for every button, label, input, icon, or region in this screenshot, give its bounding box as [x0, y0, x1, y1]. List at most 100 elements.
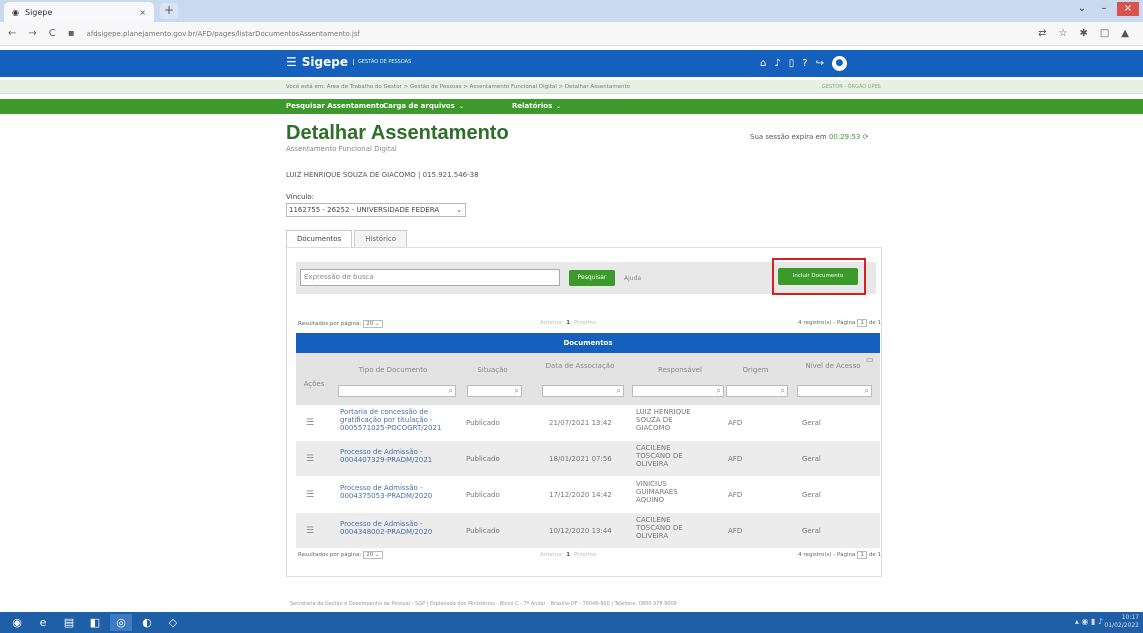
table-header-row [296, 353, 880, 405]
current-page[interactable]: 1 [566, 320, 570, 326]
chevron-down-icon: ⌄ [456, 206, 462, 214]
col-tipo[interactable]: Tipo de Documento [338, 366, 448, 374]
menu-carga-chevron-icon[interactable]: ⌄ [459, 103, 464, 110]
vinculo-value: 1162755 - 26252 - UNIVERSIDADE FEDERA [289, 206, 440, 214]
tab-documentos[interactable]: Documentos [286, 230, 353, 247]
window-icon[interactable]: □ [1100, 28, 1109, 39]
cell-nivel: Geral [802, 455, 821, 463]
app2-icon[interactable]: ◇ [162, 614, 184, 631]
site-favicon-icon: ◉ [12, 7, 19, 17]
explorer-icon[interactable]: ▤ [58, 614, 80, 631]
app-icon[interactable]: ◐ [136, 614, 158, 631]
help-icon[interactable]: ? [802, 58, 807, 69]
row-menu-icon[interactable]: ☰ [306, 490, 314, 500]
new-tab-button[interactable]: + [160, 3, 178, 19]
cell-tipo[interactable]: Processo de Admissão - 0004407329-PRADM/… [340, 448, 460, 464]
col-situacao[interactable]: Situação [465, 366, 520, 374]
forward-icon[interactable]: → [28, 28, 36, 39]
chrome-icon[interactable]: ◎ [110, 614, 132, 631]
search-input[interactable]: Expressão de busca [300, 269, 560, 286]
menu-relatorios-chevron-icon[interactable]: ⌄ [556, 103, 561, 110]
window-chevron-icon[interactable]: ⌄ [1071, 2, 1093, 16]
col-data[interactable]: Data de Associação [545, 362, 615, 370]
prev-page-link[interactable]: Anterior [540, 552, 562, 558]
col-origem[interactable]: Origem [728, 366, 783, 374]
window-close-icon[interactable]: × [1117, 2, 1139, 16]
window-minimize-icon[interactable]: – [1093, 2, 1115, 16]
cell-data: 21/07/2021 13:42 [549, 419, 612, 427]
table-row[interactable]: ☰ Portaria de concessão de gratificação … [296, 405, 880, 440]
extension-icon[interactable]: ✱ [1079, 28, 1087, 39]
mobile-icon[interactable]: ▯ [789, 58, 795, 69]
page-of-label: de 1 [868, 552, 881, 558]
results-per-page-label: Resultados por página: [298, 321, 362, 327]
tab-historico[interactable]: Histórico [354, 230, 408, 247]
logout-icon[interactable]: ↪ [816, 58, 824, 69]
office-icon[interactable]: ◧ [84, 614, 106, 631]
filter-responsavel-input[interactable] [632, 385, 724, 397]
cell-tipo[interactable]: Processo de Admissão - 0004375053-PRADM/… [340, 484, 460, 500]
url-field[interactable]: afdsigepe.planejamento.gov.br/AFD/pages/… [87, 30, 360, 38]
menu-pesquisar-assentamento[interactable]: Pesquisar Assentamento [286, 102, 384, 110]
clock[interactable]: 10:17 01/02/2022 [1104, 614, 1139, 630]
table-row[interactable]: ☰ Processo de Admissão - 0004375053-PRAD… [296, 477, 880, 512]
clock-date: 01/02/2022 [1104, 622, 1139, 629]
page-subtitle: Assentamento Funcional Digital [286, 145, 397, 153]
row-menu-icon[interactable]: ☰ [306, 526, 314, 536]
results-per-page-bottom: Resultados por página: 20 ⌄ [298, 551, 383, 559]
search-button[interactable]: Pesquisar [569, 270, 615, 286]
user-avatar-icon[interactable]: ● [831, 56, 847, 71]
cell-origem: AFD [728, 455, 743, 463]
row-menu-icon[interactable]: ☰ [306, 454, 314, 464]
menu-relatorios[interactable]: Relatórios [512, 102, 552, 110]
bell-icon[interactable]: ♪ [774, 58, 780, 69]
next-page-link[interactable]: Próximo [574, 552, 596, 558]
profile-icon[interactable]: ▲ [1121, 28, 1129, 39]
filter-tipo-input[interactable] [338, 385, 456, 397]
col-nivel[interactable]: Nível de Acesso [798, 362, 868, 370]
per-page-select[interactable]: 20 ⌄ [363, 551, 383, 559]
start-icon[interactable]: ◉ [6, 614, 28, 631]
table-row[interactable]: ☰ Processo de Admissão - 0004348002-PRAD… [296, 513, 880, 548]
system-tray[interactable]: ▴ ◉ ▮ ♪ [1075, 617, 1103, 626]
records-info-top: 4 registro(s) - Página 1 de 1 [798, 319, 881, 327]
include-document-button[interactable]: Incluir Documento [778, 268, 858, 285]
per-page-select[interactable]: 20 ⌄ [363, 320, 383, 328]
cell-data: 17/12/2020 14:42 [549, 491, 612, 499]
menu-carga-de-arquivos[interactable]: Carga de arquivos [383, 102, 455, 110]
current-page[interactable]: 1 [566, 552, 570, 558]
cell-origem: AFD [728, 491, 743, 499]
next-page-link[interactable]: Próximo [574, 320, 596, 326]
records-info-bottom: 4 registro(s) - Página 1 de 1 [798, 551, 881, 559]
session-timer: Sua sessão expira em 00:29:53 ⟳ [750, 133, 868, 141]
cell-tipo[interactable]: Processo de Admissão - 0004348002-PRADM/… [340, 520, 460, 536]
cell-nivel: Geral [802, 419, 821, 427]
cell-tipo[interactable]: Portaria de concessão de gratificação po… [340, 408, 460, 432]
filter-origem-input[interactable] [726, 385, 788, 397]
prev-page-link[interactable]: Anterior [540, 320, 562, 326]
page-number-field[interactable]: 1 [857, 319, 867, 327]
refresh-session-icon[interactable]: ⟳ [863, 133, 869, 141]
app-logo[interactable]: ☰ Sigepe GESTÃO DE PESSOAS [286, 55, 411, 69]
cell-nivel: Geral [802, 527, 821, 535]
reload-icon[interactable]: C [49, 28, 56, 39]
filter-data-input[interactable] [542, 385, 624, 397]
row-menu-icon[interactable]: ☰ [306, 418, 314, 428]
app-header [0, 50, 1143, 77]
col-responsavel[interactable]: Responsável [635, 366, 725, 374]
tab-close-icon[interactable]: × [139, 8, 146, 17]
table-row[interactable]: ☰ Processo de Admissão - 0004407329-PRAD… [296, 441, 880, 476]
hamburger-icon[interactable]: ☰ [286, 55, 297, 69]
home-icon[interactable]: ⌂ [760, 58, 766, 69]
filter-nivel-input[interactable] [797, 385, 872, 397]
ie-icon[interactable]: e [32, 614, 54, 631]
header-icons: ⌂ ♪ ▯ ? ↪ ● [760, 56, 847, 71]
back-icon[interactable]: ← [8, 28, 16, 39]
browser-tab[interactable]: ◉ Sigepe × [4, 2, 154, 22]
help-link[interactable]: Ajuda [624, 275, 641, 282]
page-number-field[interactable]: 1 [857, 551, 867, 559]
vinculo-select[interactable]: 1162755 - 26252 - UNIVERSIDADE FEDERA ⌄ [286, 203, 466, 217]
filter-situacao-input[interactable] [467, 385, 522, 397]
star-icon[interactable]: ☆ [1058, 28, 1067, 39]
translate-icon[interactable]: ⇄ [1038, 28, 1046, 39]
